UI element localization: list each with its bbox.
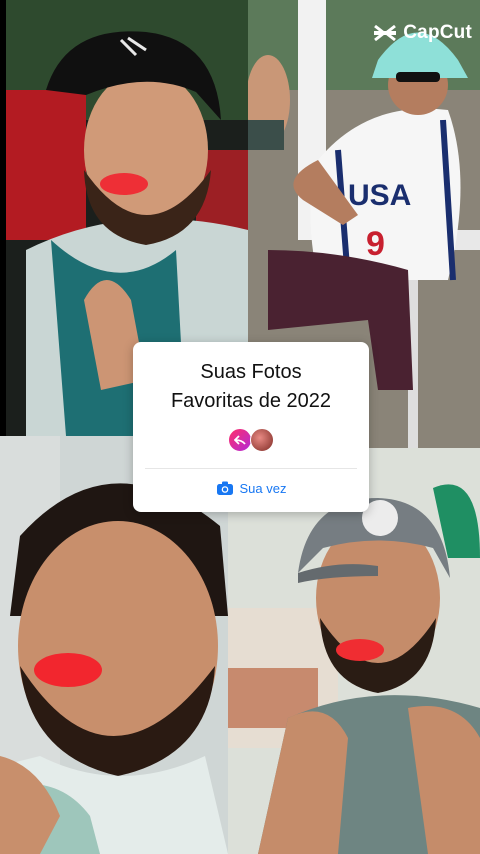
story-canvas: USA 9 CapCut Suas Fotos Favoritas de 202…: [0, 0, 480, 854]
capcut-watermark: CapCut: [373, 22, 472, 44]
camera-icon: [216, 481, 233, 495]
sticker-title-line1: Suas Fotos: [200, 361, 302, 383]
svg-text:9: 9: [366, 225, 385, 263]
capcut-logo-icon: [374, 24, 397, 42]
reply-arrow-avatar-icon: [228, 428, 252, 452]
your-turn-label: Sua vez: [239, 480, 287, 496]
sticker-title-line2: Favoritas de 2022: [170, 390, 332, 412]
profile-avatar: [250, 428, 274, 452]
participant-avatars[interactable]: [133, 428, 369, 452]
svg-text:USA: USA: [348, 179, 411, 212]
your-turn-button[interactable]: Sua vez: [133, 480, 369, 496]
capcut-brand-text: CapCut: [403, 22, 472, 43]
add-yours-sticker[interactable]: Suas Fotos Favoritas de 2022 Sua vez: [133, 342, 369, 512]
sticker-divider: [145, 468, 357, 469]
sticker-title: Suas Fotos Favoritas de 2022: [133, 358, 369, 416]
